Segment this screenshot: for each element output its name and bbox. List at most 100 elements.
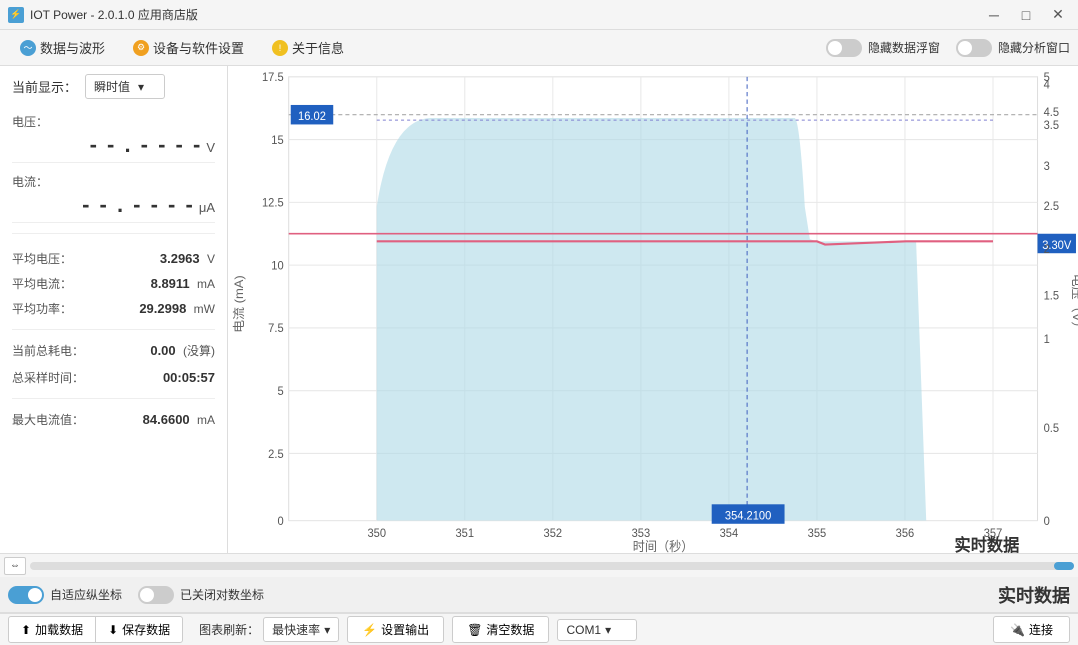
svg-text:17.5: 17.5 — [262, 72, 284, 84]
total-power-label: 当前总耗电： — [12, 342, 84, 359]
app-icon: ⚡ — [8, 7, 24, 23]
avg-current-row: 平均电流： 8.8911 mA — [12, 273, 215, 294]
total-power-row: 当前总耗电： 0.00 (没算) — [12, 340, 215, 361]
set-output-label: 设置输出 — [381, 621, 429, 638]
clear-data-button[interactable]: 🗑 清空数据 — [452, 616, 549, 643]
svg-text:15: 15 — [271, 135, 283, 147]
window-controls[interactable]: ─ □ ✕ — [982, 3, 1070, 27]
auto-scale-toggle[interactable] — [8, 586, 44, 604]
display-select[interactable]: 瞬时值 ▾ — [85, 74, 165, 99]
svg-text:356: 356 — [896, 527, 915, 539]
svg-text:1.5: 1.5 — [1044, 290, 1059, 302]
connect-button[interactable]: 🔌 连接 — [993, 616, 1070, 643]
current-section: 电流： - - . - - - - μA — [12, 169, 215, 223]
svg-text:3: 3 — [1044, 161, 1050, 173]
chevron-down-icon-refresh: ▾ — [324, 623, 330, 637]
scroll-fit-button[interactable]: ⇔ — [4, 557, 26, 575]
tab-device-settings-label: 设备与软件设置 — [153, 38, 244, 57]
avg-current-value: 8.8911 mA — [151, 276, 215, 291]
clear-data-label: 清空数据 — [486, 621, 534, 638]
hide-analysis-label: 隐藏分析窗口 — [998, 39, 1070, 56]
svg-text:3.5: 3.5 — [1044, 119, 1059, 131]
hide-data-toggle[interactable] — [826, 39, 862, 57]
display-label: 当前显示： — [12, 77, 77, 96]
display-row: 当前显示： 瞬时值 ▾ — [12, 74, 215, 99]
svg-text:5: 5 — [1044, 72, 1050, 84]
avg-power-label: 平均功率： — [12, 300, 72, 317]
svg-text:2: 2 — [1044, 244, 1050, 256]
app-title: IOT Power - 2.0.1.0 应用商店版 — [30, 6, 198, 23]
divider-3 — [12, 398, 215, 399]
menu-bar: 〜 数据与波形 ⚙ 设备与软件设置 ! 关于信息 隐藏数据浮窗 隐藏分析窗口 — [0, 30, 1078, 66]
svg-text:时间（秒）: 时间（秒） — [633, 539, 694, 553]
current-value: - - . - - - - — [82, 192, 195, 218]
max-current-label: 最大电流值： — [12, 411, 84, 428]
svg-text:354: 354 — [720, 527, 739, 539]
maximize-button[interactable]: □ — [1014, 3, 1038, 27]
voltage-section: 电压： - - . - - - - V — [12, 109, 215, 163]
com-port-value: COM1 — [566, 623, 601, 637]
main-container: 当前显示： 瞬时值 ▾ 电压： - - . - - - - V 电流： - - … — [0, 66, 1078, 553]
scrollbar-row: ⇔ — [0, 553, 1078, 577]
refresh-rate-value: 最快速率 — [272, 621, 320, 638]
connect-label: 连接 — [1029, 621, 1053, 638]
load-data-label: 加载数据 — [35, 621, 83, 638]
chevron-down-icon: ▾ — [138, 80, 144, 94]
svg-text:12.5: 12.5 — [262, 197, 284, 209]
log-scale-toggle[interactable] — [138, 586, 174, 604]
avg-voltage-row: 平均电压： 3.2963 V — [12, 248, 215, 269]
svg-text:352: 352 — [544, 527, 563, 539]
menu-toggles: 隐藏数据浮窗 隐藏分析窗口 — [826, 39, 1070, 57]
svg-text:5: 5 — [277, 386, 283, 398]
divider-2 — [12, 329, 215, 330]
hide-analysis-toggle[interactable] — [956, 39, 992, 57]
log-scale-group: 已关闭对数坐标 — [138, 586, 264, 604]
hide-analysis-toggle-group: 隐藏分析窗口 — [956, 39, 1070, 57]
info-icon: ! — [272, 40, 288, 56]
svg-text:4.5: 4.5 — [1044, 106, 1059, 118]
title-bar-left: ⚡ IOT Power - 2.0.1.0 应用商店版 — [8, 6, 198, 23]
current-unit: μA — [199, 200, 215, 215]
tab-data-waveform-label: 数据与波形 — [40, 38, 105, 57]
scroll-thumb[interactable] — [1054, 562, 1074, 570]
hide-data-label: 隐藏数据浮窗 — [868, 39, 940, 56]
scroll-track[interactable] — [30, 562, 1074, 570]
refresh-label: 图表刷新： — [199, 621, 259, 638]
voltage-display: - - . - - - - V — [12, 132, 215, 158]
output-icon: ⚡ — [362, 623, 377, 637]
avg-voltage-label: 平均电压： — [12, 250, 72, 267]
auto-scale-group: 自适应纵坐标 — [8, 586, 122, 604]
avg-voltage-value: 3.2963 V — [160, 251, 215, 266]
svg-text:350: 350 — [367, 527, 386, 539]
svg-text:2.5: 2.5 — [268, 448, 283, 460]
svg-text:1: 1 — [1044, 334, 1050, 346]
stats-grid: 平均电压： 3.2963 V 平均电流： 8.8911 mA 平均功率： 29.… — [12, 248, 215, 319]
load-save-group: ⬆ 加载数据 ⬇ 保存数据 — [8, 616, 183, 643]
sample-time-row: 总采样时间： 00:05:57 — [12, 367, 215, 388]
tab-about[interactable]: ! 关于信息 — [260, 32, 356, 63]
svg-text:353: 353 — [632, 527, 651, 539]
close-button[interactable]: ✕ — [1046, 3, 1070, 27]
svg-text:7.5: 7.5 — [268, 323, 283, 335]
svg-text:2.5: 2.5 — [1044, 201, 1059, 213]
gear-icon: ⚙ — [133, 40, 149, 56]
title-bar: ⚡ IOT Power - 2.0.1.0 应用商店版 ─ □ ✕ — [0, 0, 1078, 30]
svg-text:351: 351 — [456, 527, 475, 539]
svg-text:355: 355 — [808, 527, 827, 539]
chevron-down-icon-com: ▾ — [605, 623, 611, 637]
max-current-value: 84.6600 mA — [143, 412, 215, 427]
svg-text:16.02: 16.02 — [298, 111, 326, 123]
minimize-button[interactable]: ─ — [982, 3, 1006, 27]
voltage-value: - - . - - - - — [90, 132, 203, 158]
com-port-select[interactable]: COM1 ▾ — [557, 619, 637, 641]
tab-device-settings[interactable]: ⚙ 设备与软件设置 — [121, 32, 256, 63]
tab-about-label: 关于信息 — [292, 38, 344, 57]
set-output-button[interactable]: ⚡ 设置输出 — [347, 616, 444, 643]
menu-tabs: 〜 数据与波形 ⚙ 设备与软件设置 ! 关于信息 — [8, 32, 356, 63]
log-scale-label: 已关闭对数坐标 — [180, 586, 264, 603]
current-display: - - . - - - - μA — [12, 192, 215, 218]
clear-icon: 🗑 — [467, 623, 482, 637]
tab-data-waveform[interactable]: 〜 数据与波形 — [8, 32, 117, 63]
avg-current-label: 平均电流： — [12, 275, 72, 292]
chart-container[interactable]: 16.02 354.2100 3.30V 0 2.5 5 7.5 — [228, 66, 1078, 553]
